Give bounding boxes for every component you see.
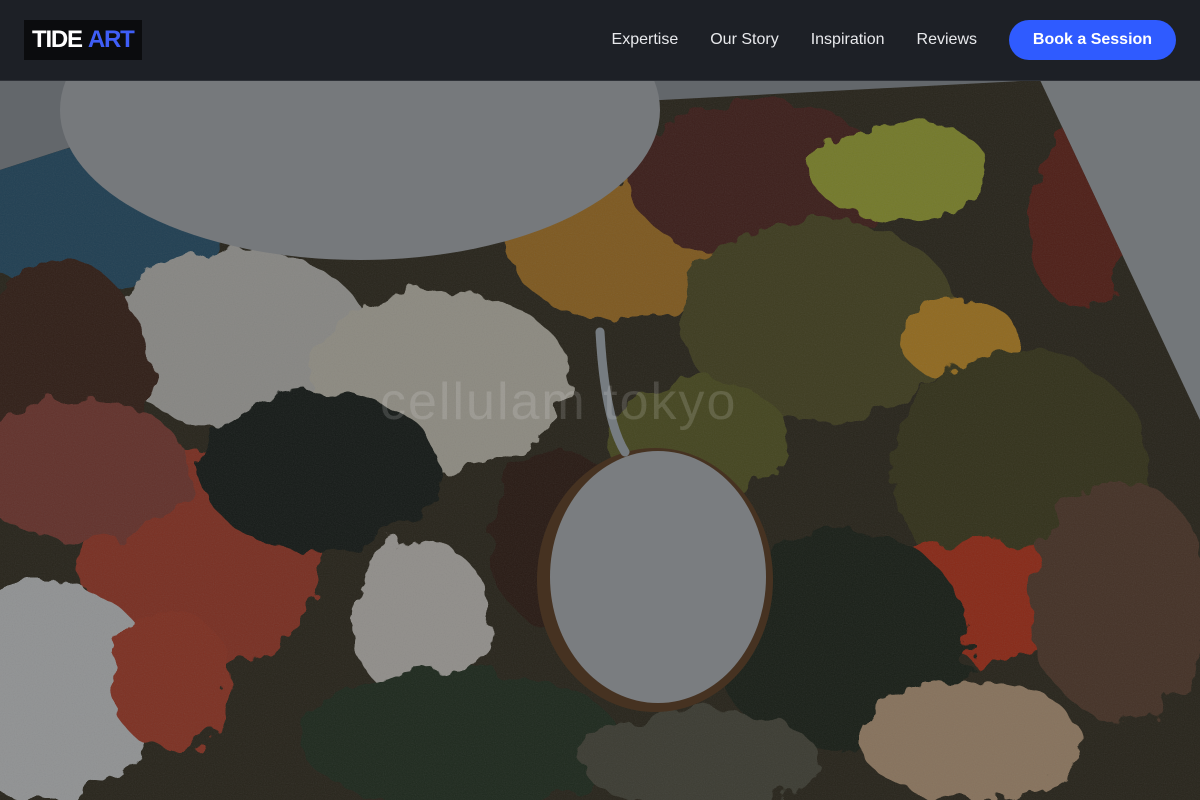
image-watermark: cellulam tokyo	[380, 373, 738, 431]
hero-image: cellulam tokyo	[0, 0, 1200, 800]
logo-text-accent: ART	[87, 26, 135, 53]
top-navigation: TIDE ART Expertise Our Story Inspiration …	[0, 0, 1200, 81]
nav-links: Expertise Our Story Inspiration Reviews	[612, 31, 977, 49]
nav-link-inspiration[interactable]: Inspiration	[811, 31, 885, 49]
brand-logo[interactable]: TIDE ART	[24, 20, 142, 60]
nav-link-reviews[interactable]: Reviews	[917, 31, 977, 49]
nav-link-expertise[interactable]: Expertise	[612, 31, 679, 49]
book-session-button[interactable]: Book a Session	[1009, 20, 1176, 60]
logo-text-primary: TIDE	[32, 26, 83, 53]
nav-link-our-story[interactable]: Our Story	[710, 31, 778, 49]
